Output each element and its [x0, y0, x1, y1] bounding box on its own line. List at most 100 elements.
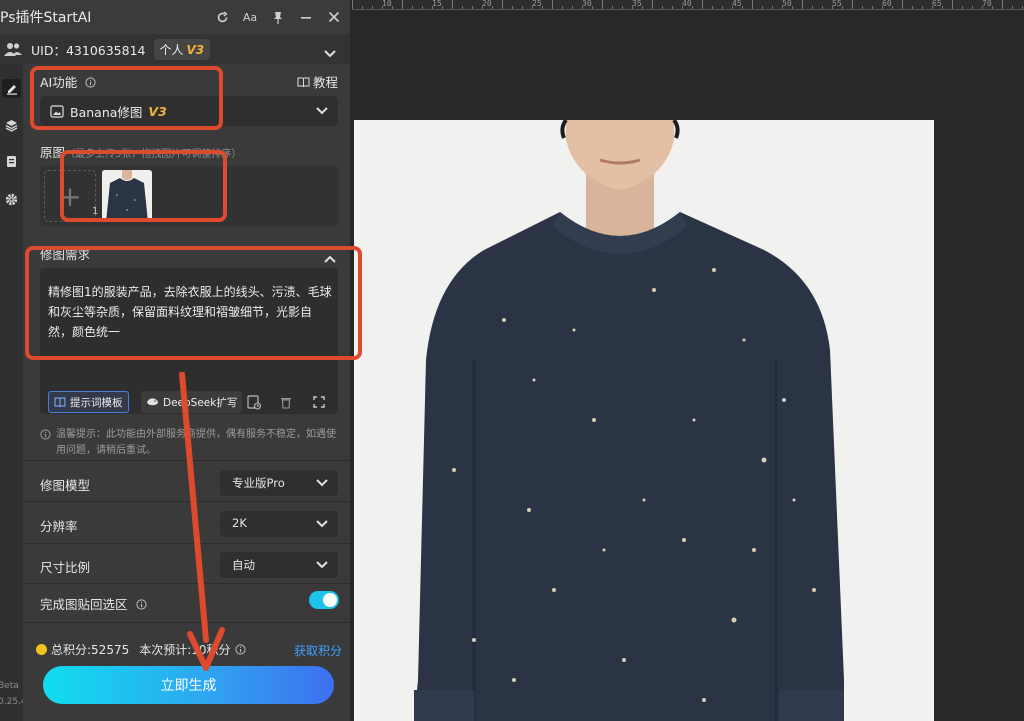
ruler-tick	[442, 6, 443, 9]
trash-icon[interactable]	[277, 393, 295, 411]
fullscreen-icon[interactable]	[310, 393, 328, 411]
ruler-tick	[762, 6, 763, 9]
ruler-tick	[952, 0, 953, 9]
ruler-number: 20	[482, 0, 492, 8]
settings-gear-icon[interactable]	[2, 190, 21, 209]
users-icon	[4, 41, 22, 61]
ruler-number: 15	[432, 0, 442, 8]
prompt-template-button[interactable]: 提示词模板	[48, 391, 129, 413]
ruler-tick	[702, 0, 703, 9]
side-toolbar: Beta 0.25.4	[0, 64, 27, 721]
user-bar: UID：4310635814 个人 V3	[0, 34, 350, 64]
ruler-number: 40	[682, 0, 692, 8]
horizontal-ruler: 1015202530354045505560657075	[352, 0, 1024, 10]
resolution-label: 分辨率	[40, 519, 78, 534]
ruler-tick	[912, 6, 913, 9]
book-icon	[297, 77, 310, 88]
ruler-tick	[1022, 6, 1023, 9]
paste-back-label: 完成图贴回选区	[40, 594, 147, 613]
model-label: 修图模型	[40, 478, 91, 493]
paste-back-toggle[interactable]	[309, 591, 339, 609]
ruler-tick	[1012, 6, 1013, 9]
ruler-number: 10	[382, 0, 392, 8]
ruler-tick	[712, 6, 713, 9]
resolution-select[interactable]: 2K	[220, 511, 338, 537]
chevron-down-icon	[316, 479, 328, 487]
ruler-tick	[942, 6, 943, 9]
ruler-tick	[822, 6, 823, 9]
ruler-tick	[972, 6, 973, 9]
pin-icon[interactable]	[270, 9, 286, 25]
info-icon	[135, 599, 147, 610]
chevron-down-icon	[316, 520, 328, 528]
ruler-tick	[792, 6, 793, 9]
ruler-tick	[752, 0, 753, 9]
ruler-tick	[872, 6, 873, 9]
ruler-tick	[612, 6, 613, 9]
total-points: 总积分:52575	[51, 643, 130, 657]
ruler-number: 30	[582, 0, 592, 8]
ruler-tick	[642, 6, 643, 9]
ruler-number: 70	[982, 0, 992, 8]
ruler-tick	[522, 6, 523, 9]
ruler-tick	[372, 6, 373, 9]
ruler-tick	[572, 6, 573, 9]
history-icon[interactable]	[245, 393, 263, 411]
annotation-arrow	[179, 372, 225, 671]
ruler-number: 25	[532, 0, 542, 8]
ruler-tick	[542, 6, 543, 9]
chevron-down-icon	[316, 107, 328, 115]
ruler-tick	[412, 6, 413, 9]
close-icon[interactable]	[326, 9, 342, 25]
ruler-number: 55	[832, 0, 842, 8]
layers-icon[interactable]	[2, 116, 21, 135]
ruler-tick	[492, 6, 493, 9]
ruler-tick	[1002, 0, 1003, 9]
annotation-box-prompt	[25, 246, 362, 360]
panel-title: Ps插件StartAI	[0, 10, 92, 26]
refresh-icon[interactable]	[214, 9, 230, 25]
ruler-tick	[862, 6, 863, 9]
chevron-down-icon[interactable]	[324, 43, 336, 62]
ruler-tick	[692, 6, 693, 9]
ruler-tick	[742, 6, 743, 9]
aspect-ratio-select[interactable]: 自动	[220, 552, 338, 578]
ruler-number: 35	[632, 0, 642, 8]
ruler-number: 50	[782, 0, 792, 8]
document-icon[interactable]	[2, 152, 21, 171]
startai-plugin-panel: Ps插件StartAI Aa UID：4310635814 个人 V3 Beta…	[0, 0, 362, 721]
ruler-tick	[422, 6, 423, 9]
version-label: Beta	[0, 681, 19, 691]
ruler-tick	[852, 0, 853, 9]
template-book-icon	[54, 397, 66, 407]
edit-pen-icon[interactable]	[2, 79, 21, 98]
ruler-tick	[392, 6, 393, 9]
ruler-tick	[902, 0, 903, 9]
document-canvas[interactable]: 1015202530354045505560657075	[352, 0, 1024, 721]
font-size-icon[interactable]: Aa	[242, 9, 258, 25]
ruler-number: 65	[932, 0, 942, 8]
ruler-tick	[992, 6, 993, 9]
ruler-tick	[722, 6, 723, 9]
model-select[interactable]: 专业版Pro	[220, 470, 338, 496]
ruler-tick	[842, 6, 843, 9]
get-points-link[interactable]: 获取积分	[294, 642, 342, 659]
canvas-photo	[354, 120, 934, 721]
ruler-tick	[672, 6, 673, 9]
minimize-icon[interactable]	[298, 9, 314, 25]
tutorial-link[interactable]: 教程	[297, 72, 338, 91]
coin-icon	[36, 644, 47, 655]
annotation-box-upload	[60, 150, 227, 222]
ruler-tick	[812, 6, 813, 9]
aspect-ratio-label: 尺寸比例	[40, 560, 91, 575]
panel-titlebar[interactable]: Ps插件StartAI Aa	[0, 0, 350, 34]
info-icon	[40, 429, 51, 440]
ruler-tick	[452, 0, 453, 9]
annotation-box-ai-function	[30, 66, 223, 130]
ruler-tick	[562, 6, 563, 9]
ruler-tick	[462, 6, 463, 9]
chevron-down-icon	[316, 561, 328, 569]
ruler-tick	[512, 6, 513, 9]
ruler-tick	[402, 0, 403, 9]
ruler-tick	[472, 6, 473, 9]
